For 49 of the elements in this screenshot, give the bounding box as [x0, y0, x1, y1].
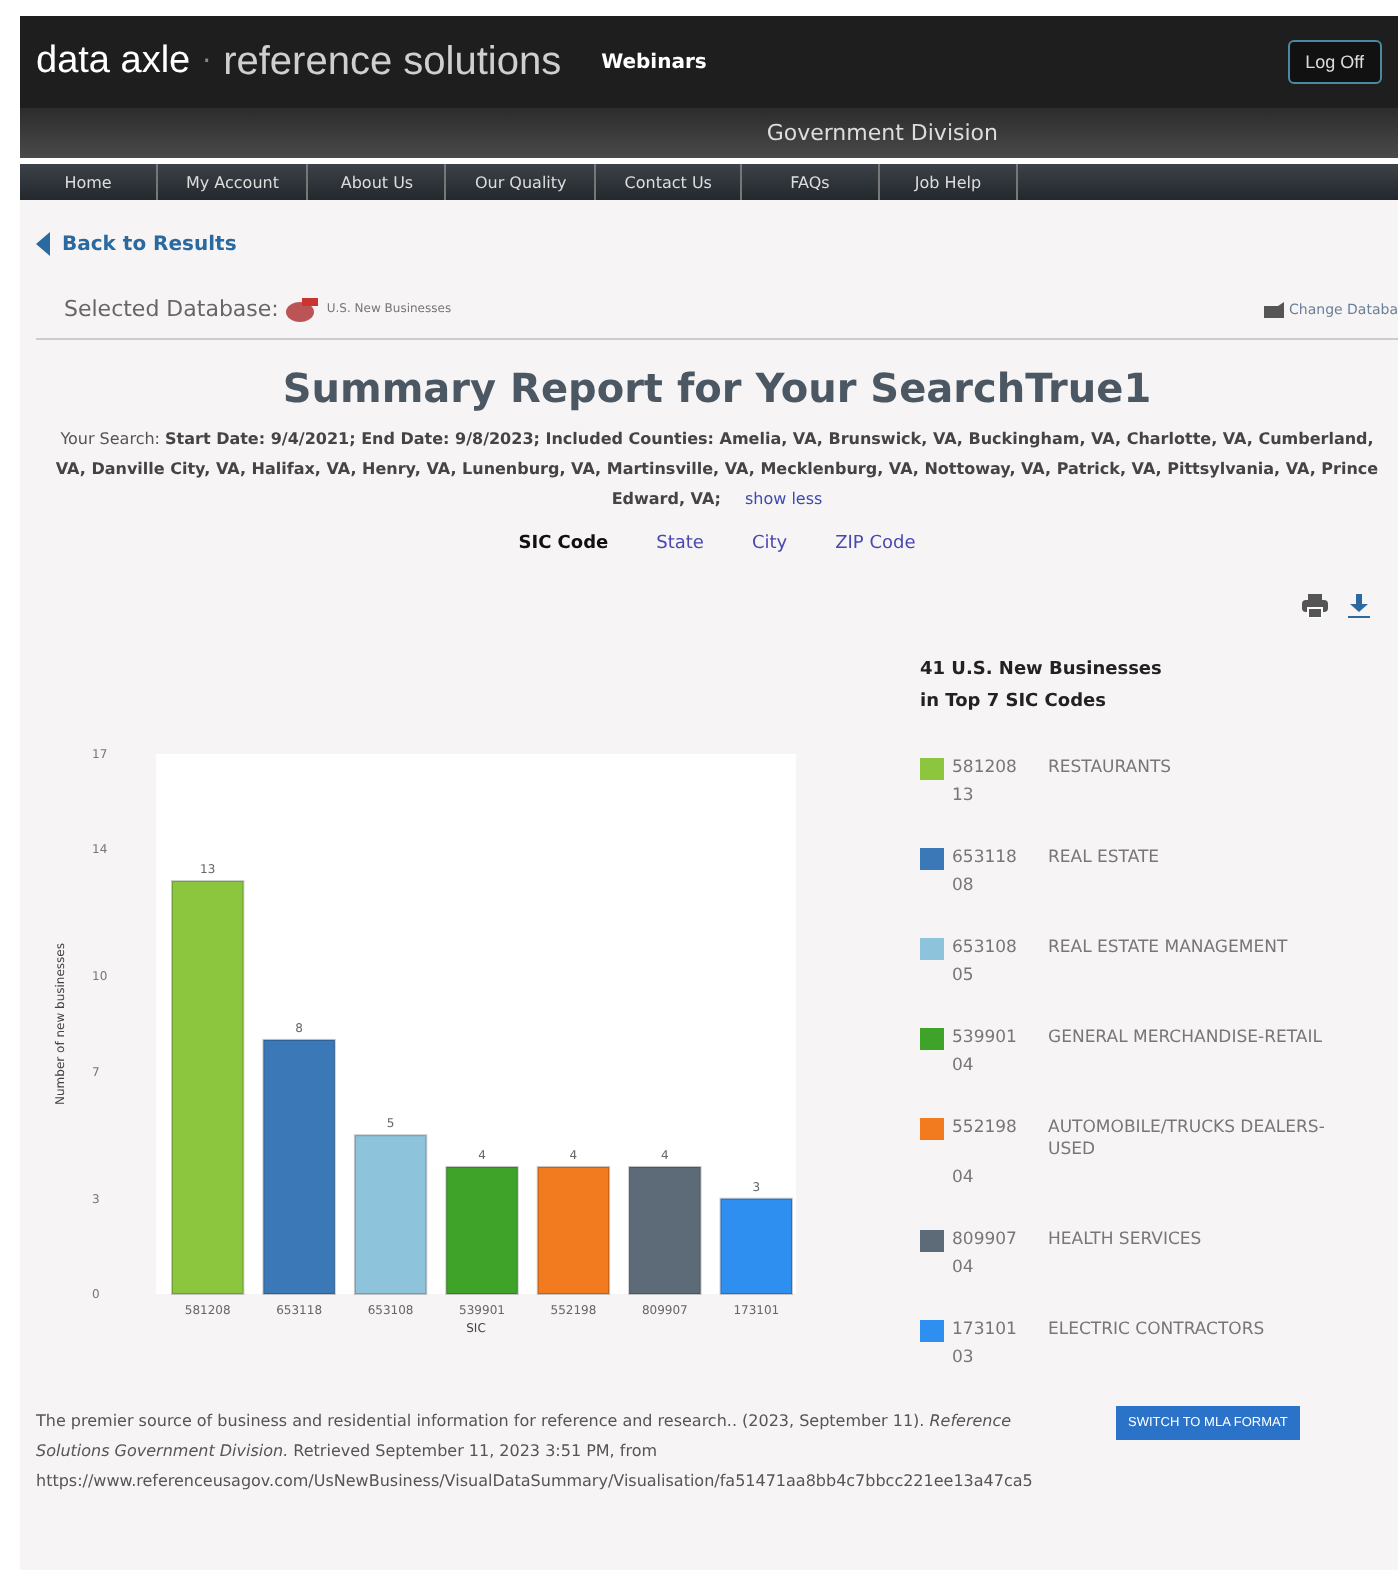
- legend-code: 552198: [952, 1118, 1019, 1142]
- legend-label: REAL ESTATE: [1048, 848, 1162, 870]
- report-tab[interactable]: SIC Code: [518, 534, 609, 554]
- legend-label: RESTAURANTS: [1048, 758, 1174, 780]
- logo-separator: ·: [202, 46, 212, 78]
- report-title: Summary Report for Your SearchTrue1: [280, 364, 1154, 412]
- bar: [719, 1197, 793, 1295]
- legend-count: 04: [952, 1168, 976, 1190]
- legend-title: 41 U.S. New Businesses: [920, 658, 1164, 684]
- report-tab[interactable]: City: [751, 534, 788, 554]
- bar: [628, 1165, 702, 1295]
- legend-count: 04: [952, 1056, 976, 1078]
- legend-label: ELECTRIC CONTRACTORS: [1048, 1320, 1267, 1342]
- legend-count: 05: [952, 966, 976, 988]
- show-less-link[interactable]: show less: [744, 490, 823, 508]
- legend-label: GENERAL MERCHANDISE-RETAIL: [1048, 1028, 1324, 1050]
- back-arrow-icon: [36, 232, 50, 256]
- legend-code: 809907: [952, 1230, 1019, 1252]
- database-label: Selected Database:: [64, 296, 279, 322]
- legend-label: HEALTH SERVICES: [1048, 1230, 1204, 1252]
- legend-subtitle: in Top 7 SIC Codes: [920, 690, 1108, 716]
- folder-icon: [1263, 301, 1284, 317]
- print-icon[interactable]: [1302, 594, 1328, 618]
- citation-url[interactable]: https://www.referenceusagov.com/UsNewBusiness/VisualDataSummary/Visualisation/fa51471aa8bb4c7bbcc221ee13a47ca5: [36, 1472, 1033, 1490]
- webinars-link[interactable]: Webinars: [601, 51, 707, 73]
- log-off-button[interactable]: Log Off: [1287, 40, 1382, 84]
- legend-code: 539901: [952, 1028, 1019, 1050]
- division-title: Government Division: [766, 120, 998, 146]
- legend-count: 13: [952, 786, 976, 808]
- legend-code: 653118: [952, 848, 1019, 870]
- search-summary: Your Search: Start Date: 9/4/2021; End Date: 9/8/2023; Included Counties: Amelia, VA, Brunswick, VA, Buckingham, VA, Charlotte, VA, Cumberland, VA, Danville City, VA, Halifax, VA, Henry, VA, Lunenburg, VA, Martinsville, VA, Mecklenburg, VA, Nottoway, VA, Patrick, VA, Pittsylvania, VA, Prince Edward, VA; show less: [53, 428, 1381, 512]
- legend-count: 04: [952, 1258, 976, 1280]
- report-tab[interactable]: ZIP Code: [835, 534, 916, 554]
- legend-code: 653108: [952, 938, 1019, 960]
- legend-code: 173101: [952, 1320, 1019, 1342]
- citation-text: The premier source of business and residential information for reference and research.. (2023, September 11). Reference Solutions Government Division. Retrieved September 11, 2023 3:51 PM, from https://www.referenceusagov.com/UsNewBusiness/VisualDataSummary/Visualisation/fa51471aa8bb4c7bbcc221ee13a47ca5: [36, 1410, 1035, 1494]
- bar: [536, 1165, 611, 1295]
- legend-label: REAL ESTATE MANAGEMENT: [1048, 938, 1290, 960]
- legend-code: 581208: [952, 758, 1019, 780]
- logo-product: reference solutions: [223, 39, 562, 85]
- logo-brand: data axle: [36, 40, 191, 84]
- download-icon[interactable]: [1348, 594, 1370, 618]
- legend-count: 03: [952, 1348, 976, 1370]
- legend-count: 08: [952, 876, 976, 898]
- bar: [445, 1165, 519, 1295]
- legend-label: AUTOMOBILE/TRUCKS DEALERS-USED: [1048, 1118, 1327, 1162]
- report-tab[interactable]: State: [656, 534, 704, 554]
- back-link[interactable]: Back to Results: [36, 232, 1398, 256]
- database-icon: [286, 297, 319, 321]
